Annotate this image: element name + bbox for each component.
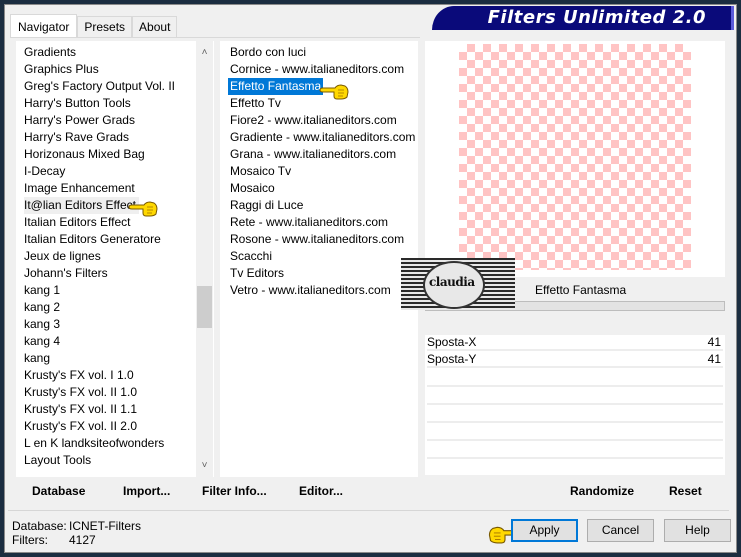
param-label: Sposta-X — [427, 335, 477, 349]
database-button[interactable]: Database — [32, 484, 85, 498]
filter-name: Effetto Fantasma — [535, 283, 627, 297]
divider — [8, 510, 729, 511]
category-item[interactable]: kang 2 — [24, 299, 60, 316]
import-button[interactable]: Import... — [123, 484, 170, 498]
category-item[interactable]: Gradients — [24, 44, 76, 61]
navigator-button-bar: Database Import... Filter Info... Editor… — [16, 477, 418, 505]
status-area: Database: ICNET-Filters Filters: 4127 — [12, 519, 141, 547]
database-value: ICNET-Filters — [69, 519, 141, 533]
filter-item[interactable]: Cornice - www.italianeditors.com — [230, 61, 404, 78]
filters-count-value: 4127 — [69, 533, 96, 547]
filter-item[interactable]: Mosaico — [230, 180, 275, 197]
category-item[interactable]: Harry's Rave Grads — [24, 129, 129, 146]
category-item[interactable]: Johann's Filters — [24, 265, 108, 282]
filter-item[interactable]: Vetro - www.italianeditors.com — [230, 282, 391, 299]
filter-list[interactable]: Bordo con luci Cornice - www.italianedito… — [220, 41, 418, 477]
category-item[interactable]: kang — [24, 350, 50, 367]
category-item[interactable]: Graphics Plus — [24, 61, 99, 78]
category-item[interactable]: kang 4 — [24, 333, 60, 350]
tab-about[interactable]: About — [132, 16, 178, 38]
banner-title: Filters Unlimited 2.0 — [487, 7, 706, 28]
category-item[interactable]: kang 3 — [24, 316, 60, 333]
category-item[interactable]: Krusty's FX vol. II 1.1 — [24, 401, 137, 418]
pointing-hand-icon — [128, 201, 158, 217]
category-item[interactable]: Greg's Factory Output Vol. II — [24, 78, 175, 95]
tab-divider — [10, 37, 420, 38]
category-item[interactable]: Horizonaus Mixed Bag — [24, 146, 145, 163]
scroll-up-icon[interactable]: ˄ — [196, 44, 213, 61]
watermark-oval: claudia — [423, 261, 485, 309]
param-label: Sposta-Y — [427, 352, 477, 366]
filter-item[interactable]: Effetto Fantasma — [228, 78, 324, 95]
filter-item[interactable]: Scacchi — [230, 248, 272, 265]
category-item[interactable]: Italian Editors Generatore — [24, 231, 161, 248]
scroll-down-icon[interactable]: ˅ — [196, 457, 213, 474]
category-item[interactable]: Layout Tools — [24, 452, 91, 469]
category-item[interactable]: Krusty's FX vol. I 1.0 — [24, 367, 134, 384]
category-item[interactable]: Harry's Power Grads — [24, 112, 135, 129]
param-value: 41 — [707, 335, 721, 349]
category-item[interactable]: Krusty's FX vol. II 2.0 — [24, 418, 137, 435]
category-item[interactable]: Harry's Button Tools — [24, 95, 131, 112]
param-slot-empty — [427, 385, 723, 387]
category-item[interactable]: It@lian Editors Effect — [24, 197, 140, 214]
category-list[interactable]: Gradients Graphics Plus Greg's Factory Out… — [16, 41, 214, 477]
category-item[interactable]: kang 1 — [24, 282, 60, 299]
app-banner: Filters Unlimited 2.0 — [432, 6, 734, 30]
param-value: 41 — [707, 352, 721, 366]
apply-button[interactable]: Apply — [511, 519, 578, 542]
database-label: Database: — [12, 519, 67, 533]
param-sposta-x[interactable]: Sposta-X 41 — [427, 335, 723, 351]
scroll-thumb[interactable] — [197, 286, 212, 328]
param-slot-empty — [427, 439, 723, 441]
filter-item[interactable]: Rete - www.italianeditors.com — [230, 214, 388, 231]
param-slot-empty — [427, 421, 723, 423]
tab-bar: Navigator Presets About — [10, 14, 178, 38]
filter-item[interactable]: Fiore2 - www.italianeditors.com — [230, 112, 397, 129]
category-scrollbar[interactable]: ˄ ˅ — [196, 41, 213, 477]
tab-navigator[interactable]: Navigator — [10, 14, 78, 38]
filter-info-button[interactable]: Filter Info... — [202, 484, 267, 498]
filter-item[interactable]: Rosone - www.italianeditors.com — [230, 231, 404, 248]
watermark-logo: claudia — [401, 258, 515, 310]
watermark-text: claudia — [429, 275, 475, 289]
filters-count-label: Filters: — [12, 533, 48, 547]
param-sposta-y[interactable]: Sposta-Y 41 — [427, 352, 723, 368]
preview-area — [425, 41, 725, 277]
cancel-button[interactable]: Cancel — [587, 519, 654, 542]
pointing-hand-icon — [319, 84, 349, 100]
filter-button-bar: Randomize Reset — [425, 477, 725, 505]
category-item[interactable]: L en K landksiteofwonders — [24, 435, 164, 452]
help-button[interactable]: Help — [664, 519, 731, 542]
filter-item[interactable]: Tv Editors — [230, 265, 284, 282]
filter-item[interactable]: Grana - www.italianeditors.com — [230, 146, 396, 163]
filter-item[interactable]: Bordo con luci — [230, 44, 306, 61]
category-item[interactable]: Jeux de lignes — [24, 248, 101, 265]
editor-button[interactable]: Editor... — [299, 484, 343, 498]
category-item[interactable]: Image Enhancement — [24, 180, 135, 197]
filter-item[interactable]: Gradiente - www.italianeditors.com — [230, 129, 415, 146]
filter-item[interactable]: Effetto Tv — [230, 95, 281, 112]
preview-image — [459, 44, 691, 270]
category-item[interactable]: Krusty's FX vol. II 1.0 — [24, 384, 137, 401]
tab-presets[interactable]: Presets — [77, 16, 133, 38]
reset-button[interactable]: Reset — [669, 484, 702, 498]
filter-item[interactable]: Raggi di Luce — [230, 197, 303, 214]
category-item[interactable]: I-Decay — [24, 163, 65, 180]
filter-item[interactable]: Mosaico Tv — [230, 163, 291, 180]
parameter-list: Sposta-X 41 Sposta-Y 41 — [425, 335, 725, 475]
param-slot-empty — [427, 457, 723, 459]
randomize-button[interactable]: Randomize — [570, 484, 634, 498]
category-item[interactable]: Italian Editors Effect — [24, 214, 131, 231]
param-slot-empty — [427, 403, 723, 405]
banner-edge — [731, 6, 734, 30]
